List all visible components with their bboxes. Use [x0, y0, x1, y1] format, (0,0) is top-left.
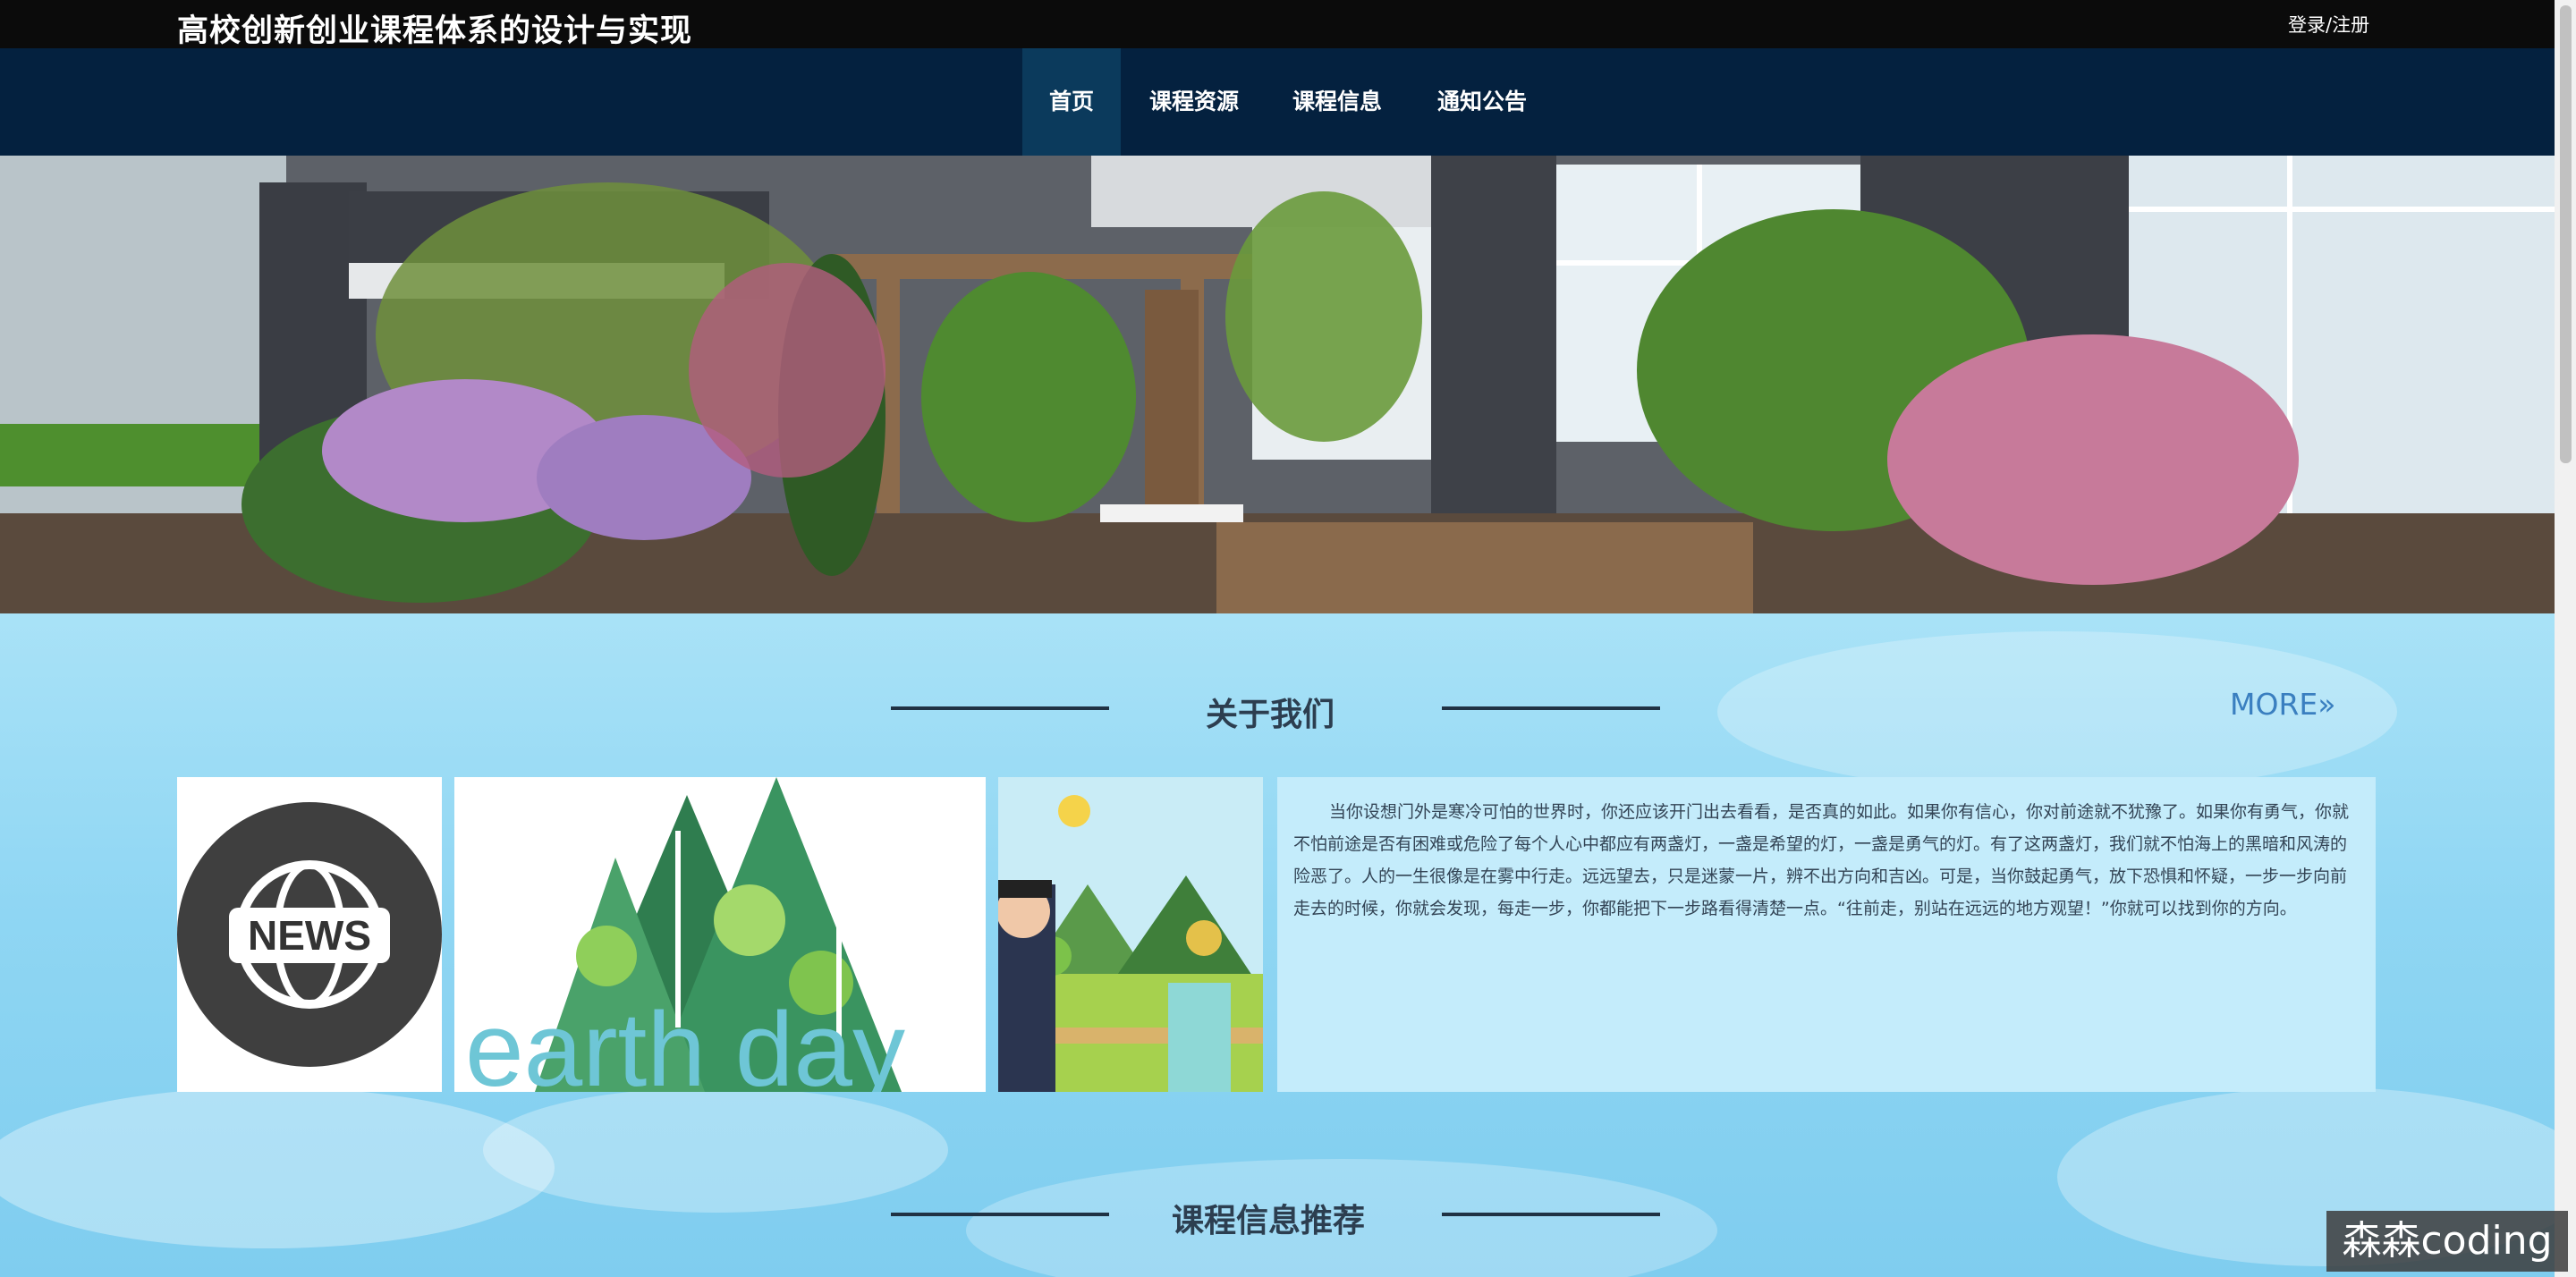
course-recommend-title: 课程信息推荐 [1172, 1203, 1366, 1239]
main-content: 关于我们 MORE» NEWS earth day 当你设想门外是寒冷可怕的世界… [0, 613, 2555, 1277]
title-divider-left [891, 1213, 1109, 1216]
nav-item-home[interactable]: 首页 [1022, 48, 1121, 156]
earth-day-text: earth day [465, 991, 905, 1092]
main-nav: 首页 课程资源 课程信息 通知公告 [0, 48, 2555, 156]
title-divider-left [891, 706, 1109, 710]
nav-item-course-info[interactable]: 课程信息 [1277, 48, 1397, 156]
landscape-image[interactable] [998, 777, 1263, 1092]
more-link[interactable]: MORE» [2230, 687, 2335, 722]
about-section-title: 关于我们 [1206, 697, 1335, 733]
top-bar: 高校创新创业课程体系的设计与实现 登录/注册 [0, 0, 2555, 49]
about-description: 当你设想门外是寒冷可怕的世界时，你还应该开门出去看看，是否真的如此。如果你有信心… [1293, 802, 2350, 918]
hero-banner[interactable] [0, 156, 2555, 613]
news-image-label: NEWS [248, 912, 371, 959]
nav-item-notices[interactable]: 通知公告 [1422, 48, 1542, 156]
banner-image [0, 156, 2555, 613]
nav-item-course-resources[interactable]: 课程资源 [1134, 48, 1254, 156]
login-register-link[interactable]: 登录/注册 [2288, 11, 2369, 38]
title-divider-right [1442, 1213, 1660, 1216]
watermark: 森森coding [2326, 1211, 2568, 1272]
title-divider-right [1442, 706, 1660, 710]
scrollbar-thumb[interactable] [2560, 5, 2572, 463]
site-title: 高校创新创业课程体系的设计与实现 [177, 13, 693, 49]
news-image[interactable]: NEWS [177, 777, 442, 1092]
earth-day-image[interactable]: earth day [454, 777, 986, 1092]
